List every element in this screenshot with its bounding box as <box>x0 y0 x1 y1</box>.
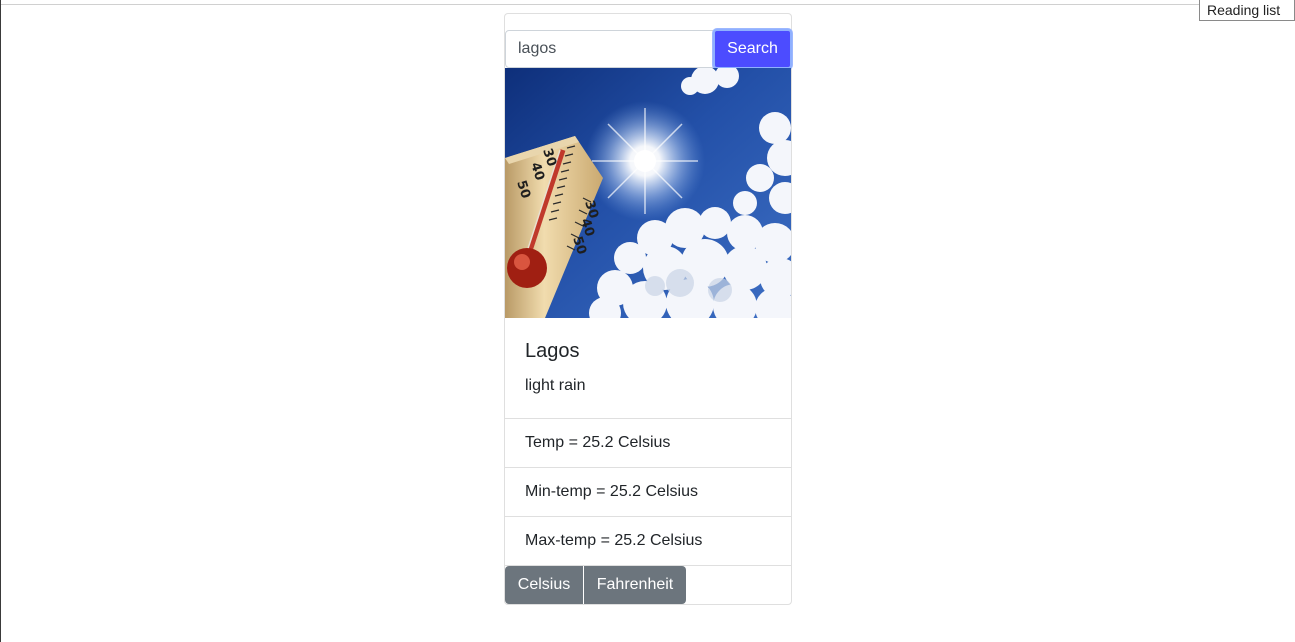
weather-image: 50 40 30 30 40 50 <box>505 68 791 318</box>
reading-list-tooltip: Reading list <box>1199 0 1295 21</box>
fahrenheit-button[interactable]: Fahrenheit <box>584 566 686 604</box>
city-name: Lagos <box>525 340 580 362</box>
browser-frame-left <box>0 0 1 642</box>
temp-item: Temp = 25.2 Celsius <box>505 418 791 467</box>
search-input[interactable] <box>505 30 714 68</box>
browser-frame-top <box>0 0 1295 5</box>
celsius-button[interactable]: Celsius <box>505 566 583 604</box>
max-temp-item: Max-temp = 25.2 Celsius <box>505 516 791 565</box>
min-temp-item: Min-temp = 25.2 Celsius <box>505 467 791 516</box>
search-button[interactable]: Search <box>713 29 792 69</box>
weather-description: light rain <box>525 377 586 394</box>
